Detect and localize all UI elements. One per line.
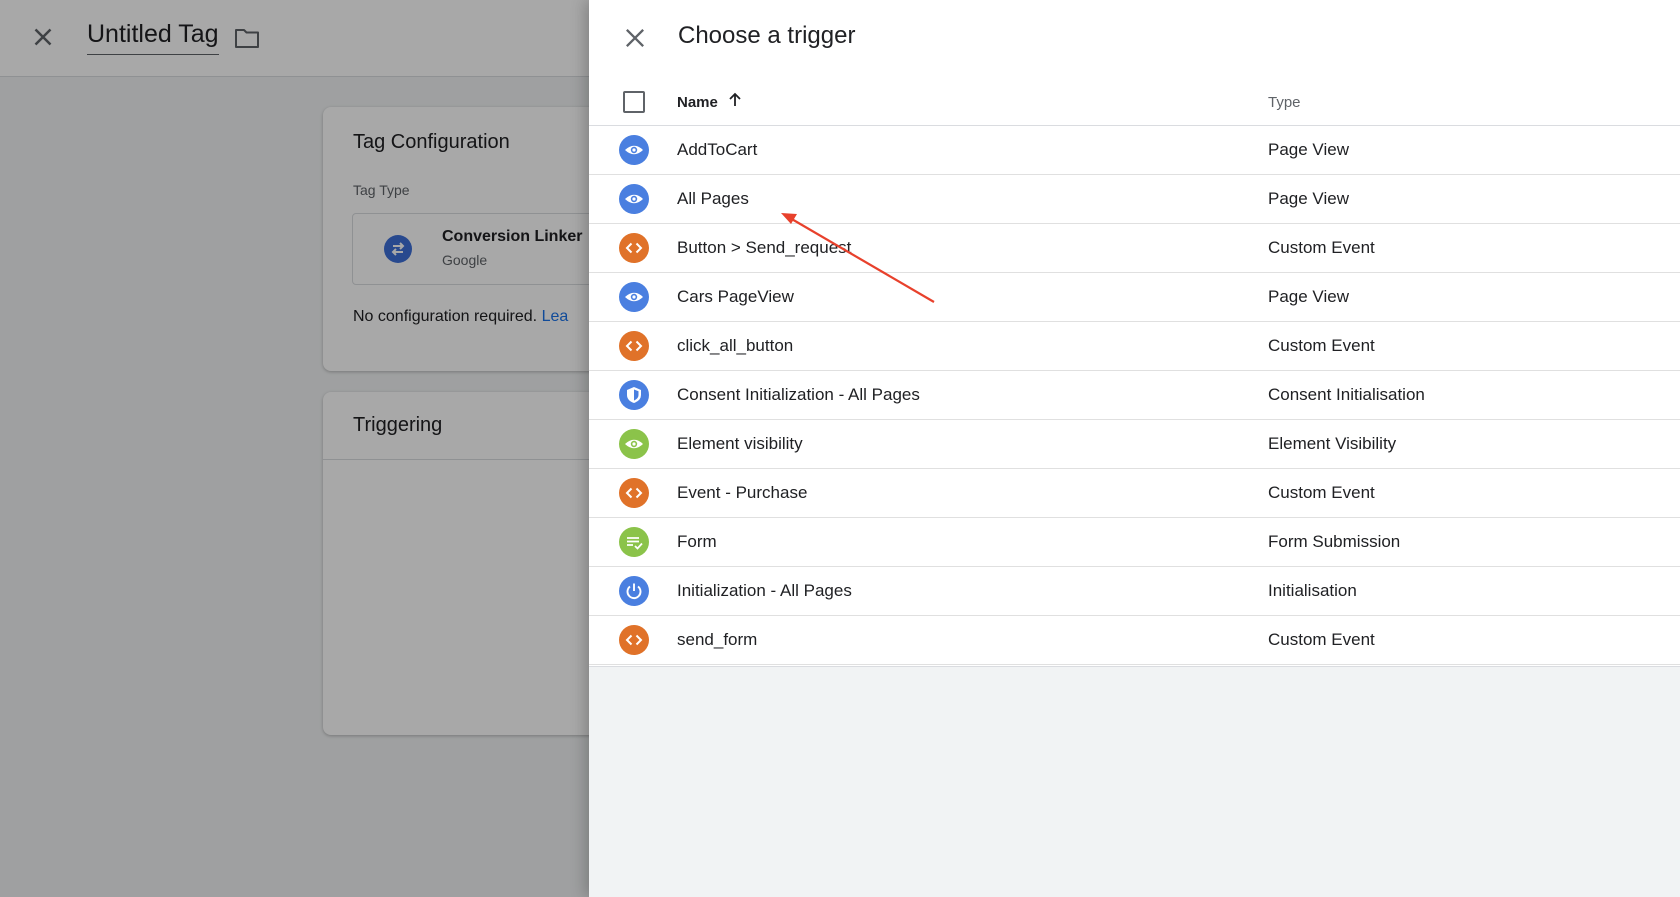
trigger-type: Custom Event — [1268, 238, 1375, 257]
trigger-name[interactable]: AddToCart — [677, 140, 757, 160]
trigger-name[interactable]: click_all_button — [677, 336, 793, 356]
trigger-type: Consent Initialisation — [1268, 385, 1425, 404]
power-icon — [619, 576, 649, 606]
column-header-name[interactable]: Name — [677, 94, 718, 111]
panel-title: Choose a trigger — [678, 22, 856, 49]
column-header-type[interactable]: Type — [1268, 94, 1301, 111]
eye-icon — [619, 429, 649, 459]
trigger-table-body: AddToCart Page View All Pages Page View Butt… — [589, 126, 1680, 665]
trigger-row[interactable]: Initialization - All Pages Initialisation — [589, 567, 1680, 616]
trigger-row[interactable]: Cars PageView Page View — [589, 273, 1680, 322]
trigger-row[interactable]: send_form Custom Event — [589, 616, 1680, 665]
select-all-checkbox[interactable] — [623, 91, 645, 113]
trigger-name[interactable]: send_form — [677, 630, 757, 650]
trigger-name[interactable]: Button > Send_request — [677, 238, 851, 258]
code-icon — [619, 478, 649, 508]
trigger-name[interactable]: Event - Purchase — [677, 483, 807, 503]
eye-icon — [619, 184, 649, 214]
trigger-row[interactable]: All Pages Page View — [589, 175, 1680, 224]
choose-trigger-panel: Choose a trigger Name Type AddToCart Page… — [589, 0, 1680, 897]
form-icon — [619, 527, 649, 557]
arrow-up-icon[interactable] — [725, 90, 745, 110]
trigger-row[interactable]: click_all_button Custom Event — [589, 322, 1680, 371]
eye-icon — [619, 135, 649, 165]
trigger-row[interactable]: Consent Initialization - All Pages Consen… — [589, 371, 1680, 420]
shield-icon — [619, 380, 649, 410]
trigger-row[interactable]: Button > Send_request Custom Event — [589, 224, 1680, 273]
trigger-list-area: Choose a trigger Name Type AddToCart Page… — [589, 0, 1680, 667]
trigger-type: Page View — [1268, 189, 1349, 208]
trigger-row[interactable]: Form Form Submission — [589, 518, 1680, 567]
trigger-name[interactable]: Cars PageView — [677, 287, 794, 307]
trigger-type: Page View — [1268, 287, 1349, 306]
trigger-name[interactable]: Consent Initialization - All Pages — [677, 385, 920, 405]
trigger-name[interactable]: Form — [677, 532, 717, 552]
trigger-name[interactable]: All Pages — [677, 189, 749, 209]
trigger-name[interactable]: Element visibility — [677, 434, 803, 454]
code-icon — [619, 625, 649, 655]
trigger-name[interactable]: Initialization - All Pages — [677, 581, 852, 601]
table-header: Name Type — [589, 80, 1680, 126]
trigger-type: Element Visibility — [1268, 434, 1397, 453]
close-icon[interactable] — [621, 24, 649, 52]
trigger-type: Custom Event — [1268, 336, 1375, 355]
code-icon — [619, 233, 649, 263]
trigger-type: Custom Event — [1268, 630, 1375, 649]
code-icon — [619, 331, 649, 361]
trigger-type: Custom Event — [1268, 483, 1375, 502]
eye-icon — [619, 282, 649, 312]
trigger-row[interactable]: Element visibility Element Visibility — [589, 420, 1680, 469]
trigger-type: Initialisation — [1268, 581, 1357, 600]
trigger-type: Page View — [1268, 140, 1349, 159]
trigger-row[interactable]: Event - Purchase Custom Event — [589, 469, 1680, 518]
trigger-row[interactable]: AddToCart Page View — [589, 126, 1680, 175]
trigger-type: Form Submission — [1268, 532, 1401, 551]
